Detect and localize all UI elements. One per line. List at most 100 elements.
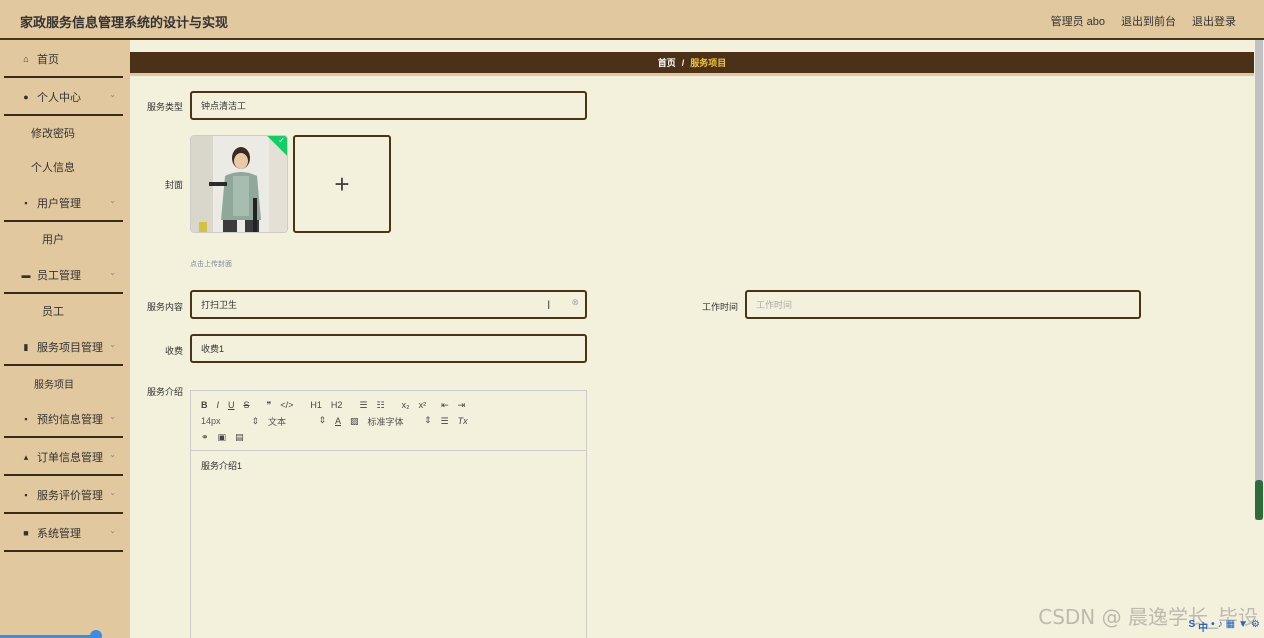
sidebar-item-personal-info[interactable]: 个人信息 xyxy=(0,150,130,184)
breadcrumb-separator: / xyxy=(681,57,685,68)
breadcrumb-current: 服务项目 xyxy=(690,58,727,68)
sidebar-item-home[interactable]: ⌂ 首页 xyxy=(0,40,130,78)
service-type-label: 服务类型 xyxy=(146,102,183,112)
logout-link[interactable]: 退出登录 xyxy=(1192,13,1236,29)
sidebar-item-staff-management[interactable]: ▬ 员工管理 ⌄ xyxy=(0,256,130,294)
service-type-field[interactable]: 钟点清洁工 xyxy=(190,91,587,120)
editor-toolbar-row-2: 14px ⇕ 文本 ⇕ A ▨ 标准字体 ⇕ ☰ Tx xyxy=(201,413,576,429)
background-color-icon[interactable]: ▨ xyxy=(350,416,359,427)
scrollbar-thumb[interactable] xyxy=(1255,40,1263,520)
bold-button[interactable]: B xyxy=(201,400,208,410)
editor-toolbar-row-1: B I U S ❞ </> H1 H2 ☰ ☷ x₂ x² ⇤ ⇥ xyxy=(201,397,576,413)
sidebar-item-system-management[interactable]: ■ 系统管理 ⌄ xyxy=(0,514,130,552)
superscript-button[interactable]: x² xyxy=(419,400,427,410)
sidebar-item-label: 服务项目管理 xyxy=(37,342,103,354)
fee-field[interactable]: 收费1 xyxy=(190,334,587,363)
breadcrumb-home[interactable]: 首页 xyxy=(658,56,676,69)
page-scrollbar[interactable] xyxy=(1254,40,1264,638)
grid-icon: ▪ xyxy=(24,490,28,500)
italic-button[interactable]: I xyxy=(217,400,220,410)
chevron-down-icon: ⌄ xyxy=(109,412,116,421)
sidebar-item-personal-center[interactable]: ● 个人中心 ⌄ xyxy=(0,78,130,116)
ime-punct-icon[interactable]: • xyxy=(1211,619,1215,634)
check-icon: ✓ xyxy=(278,136,285,145)
cover-label: 封面 xyxy=(164,180,183,190)
subscript-button[interactable]: x₂ xyxy=(402,400,410,410)
keyboard-icon[interactable]: ▦ xyxy=(1226,619,1235,634)
admin-label: 管理员 abo xyxy=(1050,16,1105,28)
sidebar-item-service-project-management[interactable]: ▮ 服务项目管理 ⌄ xyxy=(0,328,130,366)
sidebar-item-label: 订单信息管理 xyxy=(37,452,103,464)
work-time-placeholder: 工作时间 xyxy=(756,300,793,310)
font-size-value: 14px xyxy=(201,415,221,426)
sidebar-item-label: 首页 xyxy=(37,54,59,66)
indent-button[interactable]: ⇥ xyxy=(458,400,466,411)
service-content-field[interactable]: 打扫卫生 I ⊗ xyxy=(190,290,587,319)
underline-button[interactable]: U xyxy=(228,400,235,410)
exit-to-front-link[interactable]: 退出到前台 xyxy=(1121,13,1176,29)
quote-button[interactable]: ❞ xyxy=(267,400,272,411)
fee-label: 收费 xyxy=(164,346,183,356)
code-button[interactable]: </> xyxy=(280,400,293,410)
sidebar-item-change-password[interactable]: 修改密码 xyxy=(0,116,130,150)
ticket-icon: ▬ xyxy=(21,270,31,280)
thumb-icon: ▴ xyxy=(23,451,29,462)
font-color-button[interactable]: A xyxy=(335,416,341,426)
upload-cover-button[interactable]: + xyxy=(293,135,391,233)
chevron-down-icon: ⌄ xyxy=(109,526,116,535)
link-icon[interactable]: ⚭ xyxy=(201,432,209,443)
cover-image[interactable]: ✓ xyxy=(190,135,288,233)
editor-toolbar-row-3: ⚭ ▣ ▤ xyxy=(201,429,576,445)
clear-icon[interactable]: ⊗ xyxy=(571,297,579,308)
grid-icon: ▪ xyxy=(24,198,28,208)
main-content: 首页 / 服务项目 服务类型 钟点清洁工 封面 ✓ + 点击上传封面 服务内容 … xyxy=(130,40,1254,638)
work-time-field[interactable]: 工作时间 xyxy=(745,290,1141,319)
sidebar-item-label: 个人中心 xyxy=(37,92,81,104)
sidebar-item-appointment-management[interactable]: ▪ 预约信息管理 ⌄ xyxy=(0,400,130,438)
font-family-select[interactable]: 标准字体 ⇕ xyxy=(368,415,432,428)
sidebar-item-users[interactable]: 用户 xyxy=(0,222,130,256)
ordered-list-button[interactable]: ☰ xyxy=(359,400,367,411)
video-icon[interactable]: ▤ xyxy=(235,432,244,443)
strike-button[interactable]: S xyxy=(244,400,250,410)
sidebar-item-label: 员工管理 xyxy=(37,270,81,282)
app-title: 家政服务信息管理系统的设计与实现 xyxy=(20,15,229,30)
grid-icon: ▪ xyxy=(24,414,28,424)
top-bar: 家政服务信息管理系统的设计与实现 管理员 abo 退出到前台 退出登录 xyxy=(0,0,1264,40)
sidebar-item-staff[interactable]: 员工 xyxy=(0,294,130,328)
scrollbar-marker xyxy=(1255,480,1263,520)
sogou-icon[interactable]: S xyxy=(1188,619,1195,634)
sidebar-item-user-management[interactable]: ▪ 用户管理 ⌄ xyxy=(0,184,130,222)
top-right-links: 管理员 abo 退出到前台 退出登录 xyxy=(1051,13,1236,29)
sidebar-item-review-management[interactable]: ▪ 服务评价管理 ⌄ xyxy=(0,476,130,514)
ime-settings-icon[interactable]: ⚙ xyxy=(1251,619,1260,634)
h2-button[interactable]: H2 xyxy=(331,400,343,410)
chevron-down-icon: ⌄ xyxy=(109,488,116,497)
breadcrumb: 首页 / 服务项目 xyxy=(130,52,1254,76)
service-content-value: 打扫卫生 xyxy=(201,300,238,310)
sidebar-scroll-handle[interactable] xyxy=(90,630,102,638)
service-content-label: 服务内容 xyxy=(146,302,183,312)
chevron-down-icon: ⌄ xyxy=(109,340,116,349)
sidebar-item-order-management[interactable]: ▴ 订单信息管理 ⌄ xyxy=(0,438,130,476)
upload-hint: 点击上传封面 xyxy=(190,261,232,268)
h1-button[interactable]: H1 xyxy=(310,400,322,410)
sidebar-item-label: 服务评价管理 xyxy=(37,490,103,502)
clear-format-button[interactable]: Tx xyxy=(458,416,468,426)
editor-content[interactable]: 服务介绍1 xyxy=(191,451,586,480)
font-size-select[interactable]: 14px ⇕ xyxy=(201,416,259,427)
align-icon[interactable]: ☰ xyxy=(441,416,449,427)
work-time-label: 工作时间 xyxy=(701,302,738,312)
outdent-button[interactable]: ⇤ xyxy=(441,400,449,411)
bullet-list-button[interactable]: ☷ xyxy=(377,400,385,411)
sidebar: ⌂ 首页 ● 个人中心 ⌄ 修改密码 个人信息 ▪ 用户管理 ⌄ 用户 ▬ 员工… xyxy=(0,40,130,638)
sidebar-item-service-project[interactable]: 服务项目 xyxy=(0,366,130,400)
sidebar-item-label: 用户管理 xyxy=(37,198,81,210)
ime-mode-icon[interactable]: 中 xyxy=(1198,619,1208,634)
microphone-icon[interactable]: ♪ xyxy=(1218,619,1223,634)
text-style-select[interactable]: 文本 ⇕ xyxy=(268,415,326,428)
image-icon[interactable]: ▣ xyxy=(218,432,227,443)
skin-icon[interactable]: ▼ xyxy=(1238,619,1248,634)
chevron-down-icon: ⌄ xyxy=(109,268,116,277)
ime-toolbar[interactable]: S 中 • ♪ ▦ ▼ ⚙ xyxy=(1188,619,1260,634)
